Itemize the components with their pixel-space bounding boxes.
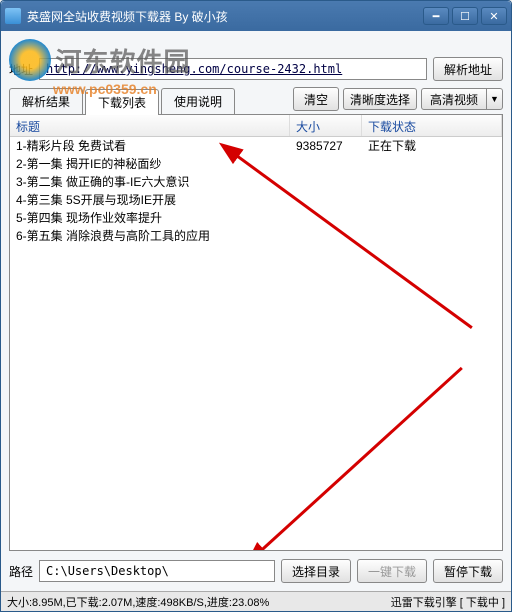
cell-title: 4-第三集 5S开展与现场IE开展 — [10, 191, 290, 209]
url-label: 地址 — [9, 61, 33, 78]
window-title: 英盛网全站收费视频下载器 By 破小孩 — [27, 8, 423, 25]
table-row[interactable]: 3-第二集 做正确的事-IE六大意识 — [10, 173, 502, 191]
table-header: 标题 大小 下载状态 — [10, 115, 502, 137]
cell-size — [290, 209, 362, 227]
tab-parse-result[interactable]: 解析结果 — [9, 88, 83, 114]
close-button[interactable]: ✕ — [481, 7, 507, 25]
cell-status — [362, 173, 502, 191]
cell-status — [362, 155, 502, 173]
onekey-download-button[interactable]: 一键下载 — [357, 559, 427, 583]
status-progress: 大小:8.95M,已下载:2.07M,速度:498KB/S,进度:23.08% — [7, 594, 391, 610]
cell-size — [290, 191, 362, 209]
status-engine: 迅雷下载引擎 [ 下载中 ] — [391, 594, 505, 610]
minimize-button[interactable]: ━ — [423, 7, 449, 25]
clear-button[interactable]: 清空 — [293, 87, 339, 111]
cell-title: 2-第一集 揭开IE的神秘面纱 — [10, 155, 290, 173]
app-icon — [5, 8, 21, 24]
choose-dir-button[interactable]: 选择目录 — [281, 559, 351, 583]
cell-size — [290, 227, 362, 245]
cell-title: 1-精彩片段 免费试看 — [10, 137, 290, 155]
col-title[interactable]: 标题 — [10, 115, 290, 136]
cell-title: 3-第二集 做正确的事-IE六大意识 — [10, 173, 290, 191]
path-input[interactable] — [39, 560, 275, 582]
table-row[interactable]: 4-第三集 5S开展与现场IE开展 — [10, 191, 502, 209]
table-row[interactable]: 2-第一集 揭开IE的神秘面纱 — [10, 155, 502, 173]
chevron-down-icon: ▼ — [486, 89, 502, 109]
col-status[interactable]: 下载状态 — [362, 115, 502, 136]
maximize-button[interactable]: ☐ — [452, 7, 478, 25]
parse-url-button[interactable]: 解析地址 — [433, 57, 503, 81]
table-row[interactable]: 5-第四集 现场作业效率提升 — [10, 209, 502, 227]
clarity-value: 高清视频 — [422, 89, 486, 109]
tab-instructions[interactable]: 使用说明 — [161, 88, 235, 114]
pause-download-button[interactable]: 暂停下载 — [433, 559, 503, 583]
cell-title: 5-第四集 现场作业效率提升 — [10, 209, 290, 227]
table-row[interactable]: 6-第五集 消除浪费与高阶工具的应用 — [10, 227, 502, 245]
cell-status — [362, 227, 502, 245]
cell-size — [290, 155, 362, 173]
table-row[interactable]: 1-精彩片段 免费试看9385727正在下载 — [10, 137, 502, 155]
cell-title: 6-第五集 消除浪费与高阶工具的应用 — [10, 227, 290, 245]
path-label: 路径 — [9, 563, 33, 580]
cell-size: 9385727 — [290, 137, 362, 155]
statusbar: 大小:8.95M,已下载:2.07M,速度:498KB/S,进度:23.08% … — [1, 591, 511, 611]
cell-status: 正在下载 — [362, 137, 502, 155]
clarity-select[interactable]: 高清视频 ▼ — [421, 88, 503, 110]
tab-download-list[interactable]: 下载列表 — [85, 89, 159, 115]
clarity-label: 清晰度选择 — [343, 88, 417, 110]
cell-status — [362, 191, 502, 209]
table-body: 1-精彩片段 免费试看9385727正在下载2-第一集 揭开IE的神秘面纱3-第… — [10, 137, 502, 550]
titlebar: 英盛网全站收费视频下载器 By 破小孩 ━ ☐ ✕ — [1, 1, 511, 31]
cell-size — [290, 173, 362, 191]
url-input[interactable] — [39, 58, 427, 80]
cell-status — [362, 209, 502, 227]
col-size[interactable]: 大小 — [290, 115, 362, 136]
